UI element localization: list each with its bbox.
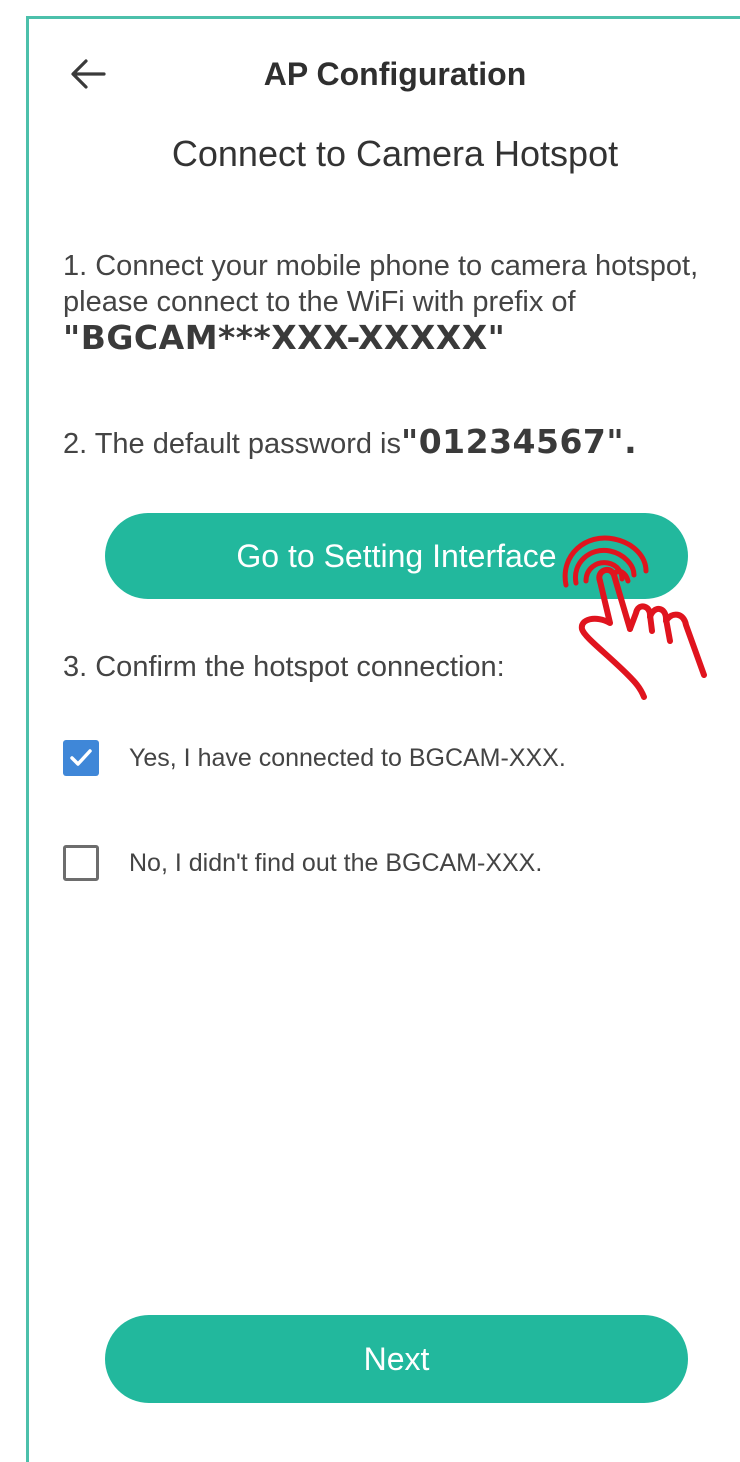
checkbox-unchecked[interactable] (63, 845, 99, 881)
arrow-left-icon (71, 59, 106, 89)
option-connected[interactable]: Yes, I have connected to BGCAM-XXX. (63, 740, 566, 776)
checkbox-checked[interactable] (63, 740, 99, 776)
option-connected-label: Yes, I have connected to BGCAM-XXX. (129, 743, 566, 772)
checkmark-icon (70, 749, 92, 766)
step-3-instruction: 3. Confirm the hotspot connection: (63, 651, 505, 683)
step-1-instruction: 1. Connect your mobile phone to camera h… (63, 248, 703, 358)
next-button[interactable]: Next (105, 1315, 688, 1403)
go-to-setting-button[interactable]: Go to Setting Interface (105, 513, 688, 599)
option-not-found[interactable]: No, I didn't find out the BGCAM-XXX. (63, 845, 542, 881)
step-2-text: 2. The default password is (63, 428, 401, 460)
frame-border-left (26, 16, 29, 1462)
option-not-found-label: No, I didn't find out the BGCAM-XXX. (129, 848, 543, 877)
back-button[interactable] (62, 50, 114, 98)
frame-border-top (26, 16, 740, 19)
page-subtitle: Connect to Camera Hotspot (171, 133, 619, 174)
step-1-text: 1. Connect your mobile phone to camera h… (63, 250, 699, 318)
wifi-prefix-value: "BGCAM***XXX-XXXXX" (63, 318, 506, 357)
step-2-instruction: 2. The default password is"01234567". (63, 420, 738, 466)
default-password-value: "01234567". (401, 422, 638, 461)
page-title: AP Configuration (263, 56, 527, 92)
